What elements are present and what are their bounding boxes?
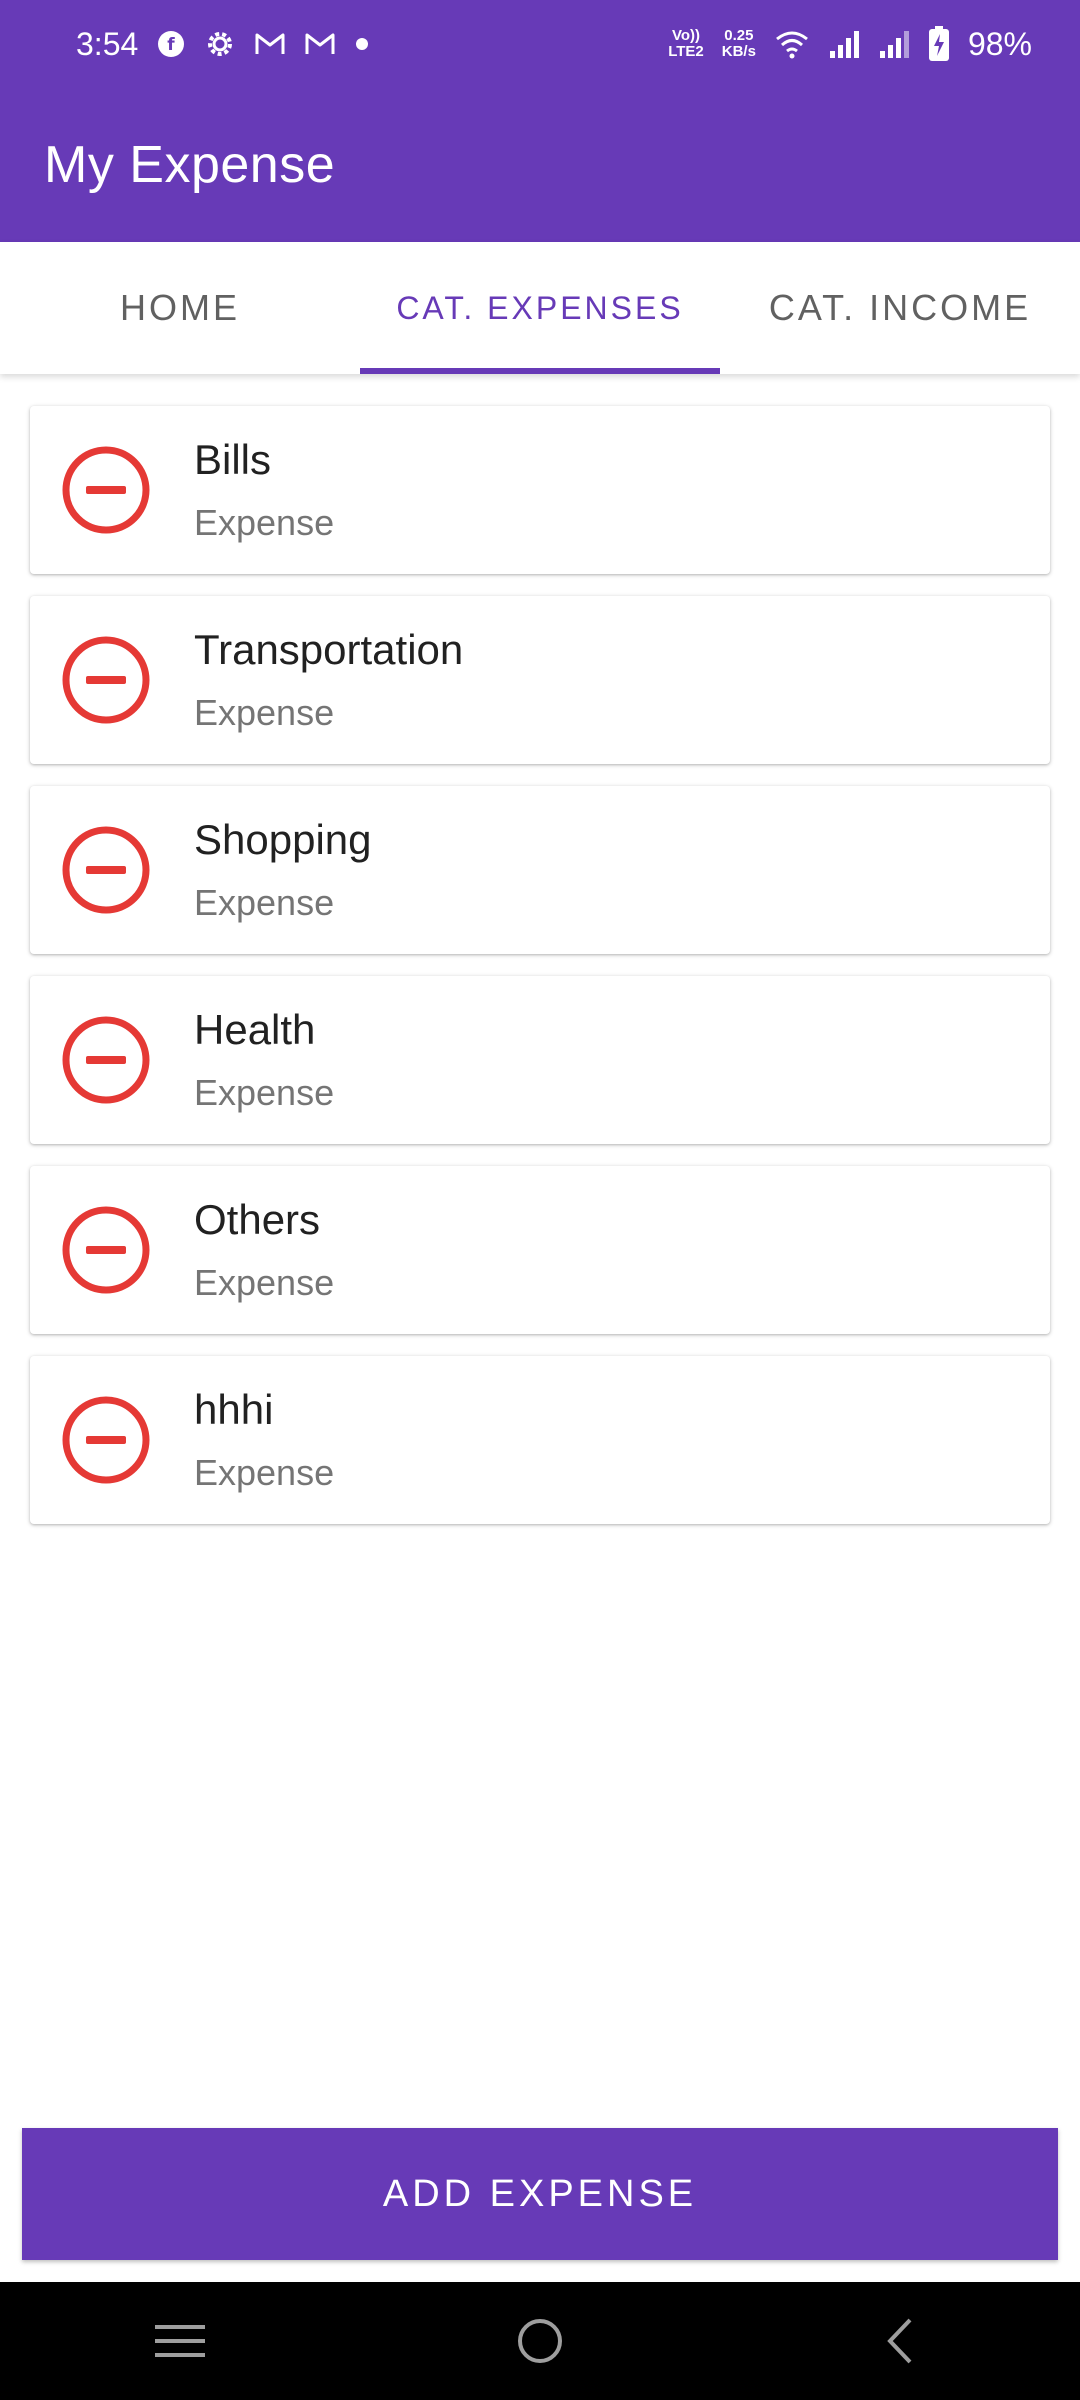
category-name: Shopping [194,816,372,863]
system-nav-bar [0,2282,1080,2400]
net-speed: 0.25 KB/s [722,28,756,60]
category-type: Expense [194,1072,335,1113]
category-text: hhhi Expense [194,1386,334,1494]
net-speed-value: 0.25 [724,27,754,44]
category-name: Others [194,1196,321,1243]
net-speed-unit: KB/s [721,43,756,60]
remove-circle-icon [62,1206,150,1294]
status-right: Vo)) LTE2 0.25 KB/s 98% [668,26,1032,63]
dot-icon [354,36,370,52]
menu-icon [155,2325,205,2357]
home-button[interactable] [480,2296,600,2386]
signal-icon [828,29,860,59]
category-card[interactable]: hhhi Expense [30,1356,1050,1524]
category-name: Transportation [194,626,464,673]
app-title: My Expense [44,136,336,194]
status-time: 3:54 [76,25,139,62]
category-text: Health Expense [194,1006,334,1114]
tab-cat-expenses[interactable]: CAT. EXPENSES [360,242,720,374]
volte-top: Vo)) [671,27,700,44]
category-text: Transportation Expense [194,626,463,734]
recents-button[interactable] [120,2296,240,2386]
category-type: Expense [194,502,335,543]
category-card[interactable]: Shopping Expense [30,786,1050,954]
category-name: hhhi [194,1386,274,1433]
svg-text:f: f [168,35,176,55]
gmail-icon [254,31,286,57]
tab-bar: HOME CAT. EXPENSES CAT. INCOME [0,242,1080,374]
back-icon [887,2318,912,2364]
category-text: Shopping Expense [194,816,372,924]
remove-circle-icon [62,636,150,724]
category-text: Bills Expense [194,436,334,544]
status-left: 3:54 f [76,26,370,63]
notification-app-icon: f [156,29,186,59]
remove-circle-icon [62,446,150,534]
volte-icon: Vo)) LTE2 [668,28,704,60]
category-name: Health [194,1006,316,1053]
add-expense-button[interactable]: ADD EXPENSE [22,2128,1058,2260]
category-card[interactable]: Health Expense [30,976,1050,1144]
category-type: Expense [194,692,335,733]
back-button[interactable] [840,2296,960,2386]
app-bar: My Expense [0,88,1080,242]
remove-circle-icon [62,826,150,914]
wifi-icon [774,29,810,59]
category-text: Others Expense [194,1196,334,1304]
tab-cat-income[interactable]: CAT. INCOME [720,242,1080,374]
volte-bottom: LTE2 [668,43,704,60]
category-card[interactable]: Others Expense [30,1166,1050,1334]
home-circle-icon [518,2319,562,2363]
category-type: Expense [194,882,335,923]
tab-home[interactable]: HOME [0,242,360,374]
gmail-icon [304,31,336,57]
screen: 3:54 f Vo)) LTE2 0.25 KB/s 98% My Expens… [0,0,1080,2400]
category-name: Bills [194,436,272,483]
category-list: Bills Expense Transportation Expense Sho… [30,406,1050,1546]
remove-circle-icon [62,1016,150,1104]
remove-circle-icon [62,1396,150,1484]
battery-level: 98% [967,25,1032,62]
battery-charging-icon [928,26,950,62]
status-bar: 3:54 f Vo)) LTE2 0.25 KB/s 98% [0,0,1080,88]
category-card[interactable]: Bills Expense [30,406,1050,574]
category-type: Expense [194,1262,335,1303]
signal-icon [878,29,910,59]
settings-gear-icon [204,28,236,60]
category-card[interactable]: Transportation Expense [30,596,1050,764]
category-type: Expense [194,1452,335,1493]
